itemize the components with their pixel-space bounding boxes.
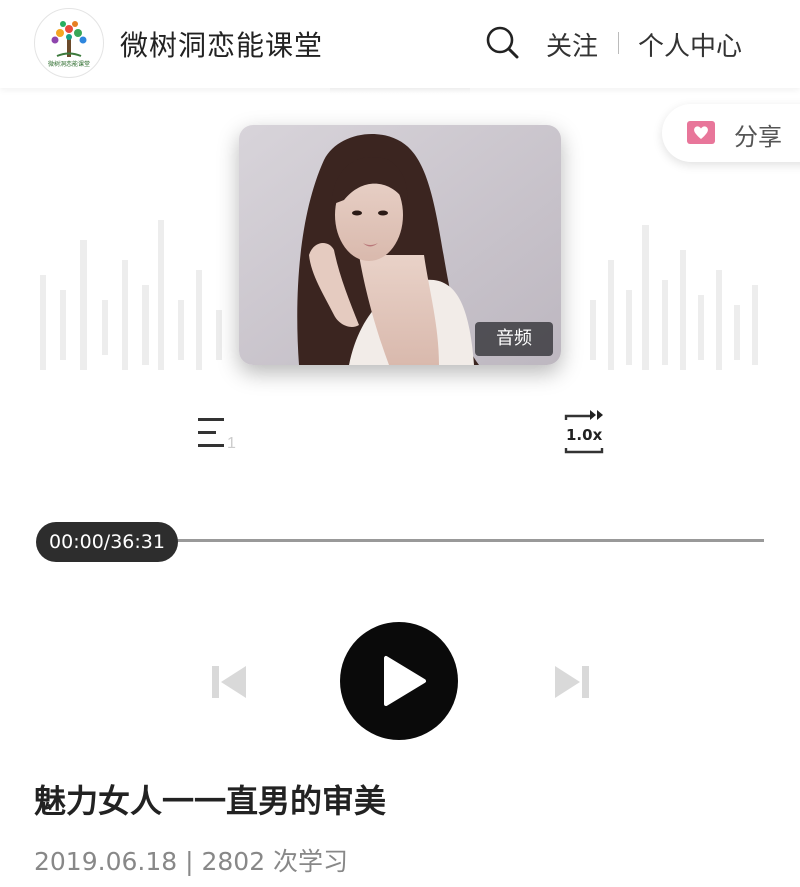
header-divider [618,32,619,54]
playlist-count: 1 [227,435,236,452]
profile-link[interactable]: 个人中心 [638,26,742,63]
brand-logo[interactable]: 微树洞恋能课堂 [34,8,104,78]
header-shade [330,88,470,94]
heart-envelope-icon [687,121,715,144]
publish-date: 2019.06.18 [34,847,178,876]
share-label: 分享 [734,123,782,151]
previous-track-icon[interactable] [210,662,248,702]
next-track-icon[interactable] [553,662,591,702]
playlist-icon[interactable]: 1 [196,414,240,454]
header-bar: 微树洞恋能课堂 微树洞恋能课堂 关注 个人中心 [0,0,800,88]
search-icon[interactable] [484,24,520,60]
speed-label: 1.0x [566,426,603,444]
audio-tag: 音频 [475,322,553,356]
play-icon [384,656,426,706]
meta-separator: | [185,847,194,876]
brand-name: 微树洞恋能课堂 [120,29,324,62]
logo-caption: 微树洞恋能课堂 [47,61,90,68]
progress-track[interactable] [170,539,764,542]
follow-link[interactable]: 关注 [546,26,598,63]
play-button[interactable] [340,622,458,740]
learner-count: 2802 次学习 [201,847,349,876]
course-meta: 2019.06.18 | 2802 次学习 [34,842,348,878]
course-title: 魅力女人一一直男的审美 [34,782,387,820]
progress-time-handle[interactable]: 00:00/36:31 [36,522,178,562]
share-button[interactable]: 分享 [662,104,800,162]
